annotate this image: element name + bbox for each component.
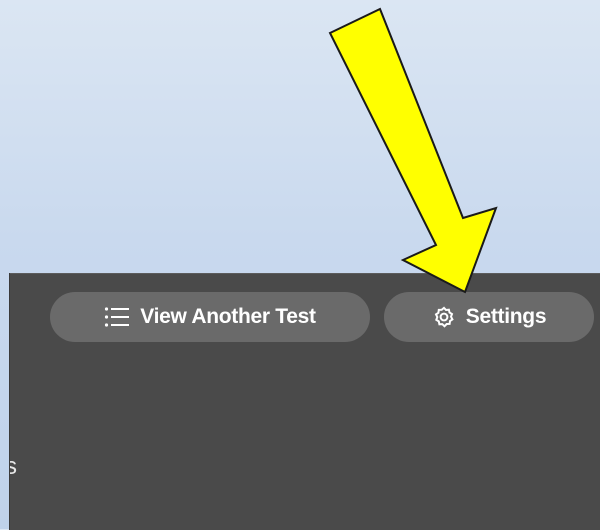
annotation-arrow-shape <box>328 7 498 294</box>
annotation-arrow <box>328 7 498 294</box>
